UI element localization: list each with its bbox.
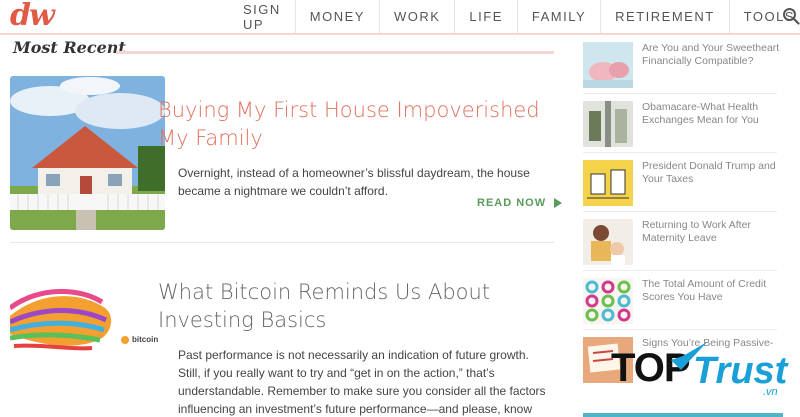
article-divider xyxy=(10,242,554,243)
article-excerpt: Past performance is not necessarily an i… xyxy=(178,348,546,416)
section-rule xyxy=(116,51,554,54)
bitcoin-caption: bitcoin xyxy=(132,335,159,344)
sidebar-item[interactable]: The Total Amount of Credit Scores You Ha… xyxy=(583,276,777,330)
sidebar-thumbnail[interactable] xyxy=(583,160,633,206)
read-now-link[interactable]: READ NOW xyxy=(477,197,563,209)
read-now-label: READ NOW xyxy=(477,197,547,209)
site-logo[interactable]: dw xyxy=(10,0,55,33)
main-nav: SIGN UP MONEY WORK LIFE FAMILY RETIREMEN… xyxy=(229,0,800,33)
toptrust-watermark: TOP Trust .vn xyxy=(611,342,791,402)
nav-money[interactable]: MONEY xyxy=(296,0,380,33)
sidebar-item[interactable]: Obamacare-What Health Exchanges Mean for… xyxy=(583,99,777,153)
nav-life[interactable]: LIFE xyxy=(455,0,518,33)
sidebar-thumbnail[interactable] xyxy=(583,219,633,265)
nav-retirement[interactable]: RETIREMENT xyxy=(601,0,730,33)
site-header: dw SIGN UP MONEY WORK LIFE FAMILY RETIRE… xyxy=(0,0,800,34)
sidebar-item-title[interactable]: Obamacare-What Health Exchanges Mean for… xyxy=(642,101,782,127)
sidebar-item[interactable]: President Donald Trump and Your Taxes xyxy=(583,158,777,212)
sidebar-thumbnail[interactable] xyxy=(583,42,633,88)
sidebar-item[interactable]: Are You and Your Sweetheart Financially … xyxy=(583,40,779,94)
header-divider xyxy=(0,33,800,35)
sidebar-item-title[interactable]: Are You and Your Sweetheart Financially … xyxy=(642,42,782,68)
search-icon[interactable] xyxy=(782,7,800,25)
sidebar-thumbnail[interactable] xyxy=(583,101,633,147)
sidebar-item[interactable]: Returning to Work After Maternity Leave xyxy=(583,217,777,271)
bottom-accent-bar xyxy=(583,413,783,417)
sidebar-item-title[interactable]: The Total Amount of Credit Scores You Ha… xyxy=(642,278,782,304)
nav-work[interactable]: WORK xyxy=(380,0,456,33)
section-title: Most Recent xyxy=(13,38,126,57)
article-title[interactable]: What Bitcoin Reminds Us About Investing … xyxy=(158,278,558,334)
sidebar-item-title[interactable]: Returning to Work After Maternity Leave xyxy=(642,219,782,245)
watermark-domain: .vn xyxy=(763,386,778,398)
article-image-bitcoin[interactable]: bitcoin xyxy=(10,286,165,366)
article-image-house[interactable] xyxy=(10,76,165,230)
play-arrow-icon xyxy=(554,198,563,208)
nav-family[interactable]: FAMILY xyxy=(518,0,602,33)
sidebar-thumbnail[interactable] xyxy=(583,278,633,324)
article-excerpt: Overnight, instead of a homeowner’s blis… xyxy=(178,166,530,198)
sidebar-item-title[interactable]: President Donald Trump and Your Taxes xyxy=(642,160,782,186)
nav-sign-up[interactable]: SIGN UP xyxy=(229,0,296,33)
article-title[interactable]: Buying My First House Impoverished My Fa… xyxy=(158,96,548,152)
